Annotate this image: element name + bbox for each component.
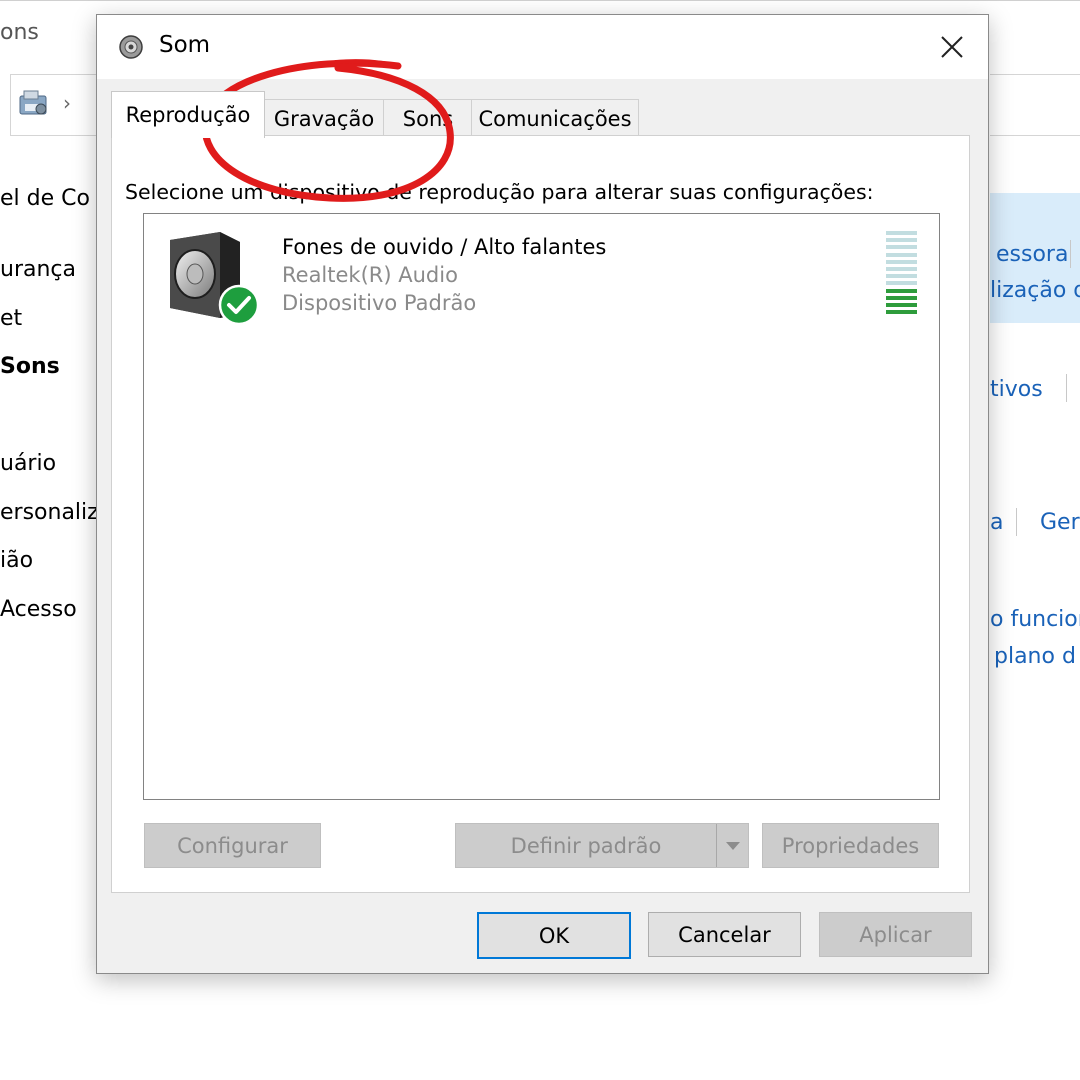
chevron-down-icon [726, 841, 740, 850]
check-icon [218, 284, 260, 326]
set-default-dropdown[interactable] [716, 824, 749, 867]
configure-button[interactable]: Configurar [144, 823, 321, 868]
sidebar-item-user[interactable]: uário [0, 451, 56, 476]
control-panel-icon [19, 90, 47, 115]
address-bar[interactable]: › [10, 74, 101, 136]
ok-button[interactable]: OK [477, 912, 631, 959]
dialog-title: Som [159, 32, 211, 58]
properties-button[interactable]: Propriedades [762, 823, 939, 868]
volume-level-meter [886, 231, 917, 317]
level-bar [886, 295, 917, 300]
link-function[interactable]: o funcion [990, 607, 1080, 632]
level-bar [886, 274, 917, 279]
breadcrumb-chevron-icon: › [63, 91, 71, 115]
speaker-icon [119, 35, 143, 59]
level-bar [886, 303, 917, 307]
set-default-label: Definir padrão [510, 833, 662, 858]
sound-dialog: Som Reprodução Gravação Sons Comunicaçõe… [96, 14, 989, 974]
level-bar [886, 259, 917, 264]
level-bar [886, 252, 917, 257]
level-bar [886, 281, 917, 286]
tab-sounds[interactable]: Sons [383, 99, 473, 138]
device-item[interactable]: Fones de ouvido / Alto falantes Realtek(… [144, 214, 939, 329]
sidebar-item-internet[interactable]: et [0, 306, 22, 331]
device-name: Fones de ouvido / Alto falantes [282, 235, 607, 259]
device-list[interactable]: Fones de ouvido / Alto falantes Realtek(… [143, 213, 940, 800]
sidebar-item-sounds[interactable]: Sons [0, 354, 60, 379]
link-fragment-a[interactable]: a [990, 510, 1003, 535]
level-bar [886, 238, 917, 243]
level-bar [886, 245, 917, 250]
link-manage[interactable]: Ger [1040, 510, 1080, 535]
sidebar-item-security[interactable]: urança [0, 257, 76, 282]
separator [1070, 240, 1071, 268]
device-driver: Realtek(R) Audio [282, 263, 458, 287]
separator [1066, 374, 1067, 402]
link-processor[interactable]: essora [996, 242, 1068, 267]
tab-recording[interactable]: Gravação [263, 99, 385, 138]
link-devices[interactable]: tivos [990, 377, 1043, 402]
window-title-fragment: ons [0, 20, 39, 45]
link-power-plan[interactable]: plano d [994, 644, 1076, 669]
device-status: Dispositivo Padrão [282, 291, 477, 315]
separator [1016, 508, 1017, 536]
tab-playback[interactable]: Reprodução [111, 91, 265, 138]
playback-panel: Selecione um dispositivo de reprodução p… [111, 135, 970, 893]
level-bar [886, 267, 917, 271]
sidebar-item-access[interactable]: Acesso [0, 597, 77, 622]
dialog-titlebar[interactable]: Som [97, 15, 988, 79]
sidebar-item-region[interactable]: ião [0, 548, 33, 573]
window-top-border [0, 0, 1080, 1]
close-icon [941, 36, 963, 58]
level-bar [886, 310, 917, 315]
sidebar-item-personalization[interactable]: ersonaliz [0, 500, 99, 525]
level-bar [886, 288, 917, 293]
instruction-text: Selecione um dispositivo de reprodução p… [125, 180, 874, 204]
search-box[interactable] [990, 74, 1080, 136]
apply-button[interactable]: Aplicar [819, 912, 972, 957]
sidebar-item-control-panel[interactable]: el de Co [0, 186, 90, 211]
set-default-button[interactable]: Definir padrão [455, 823, 749, 868]
close-button[interactable] [924, 21, 980, 73]
tab-communications[interactable]: Comunicações [471, 99, 639, 138]
link-localization[interactable]: lização d [990, 278, 1080, 303]
level-bar [886, 231, 917, 235]
cancel-button[interactable]: Cancelar [648, 912, 801, 957]
